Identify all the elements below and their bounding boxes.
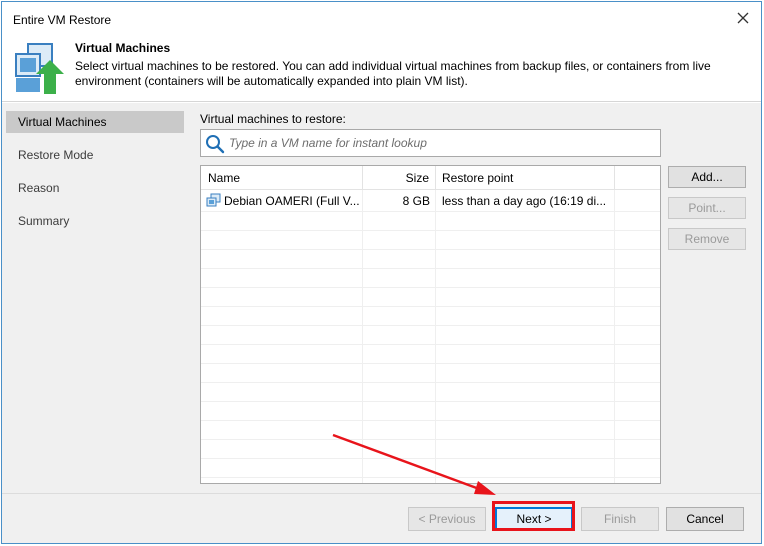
- column-header-size[interactable]: Size: [363, 166, 436, 190]
- vm-search-box[interactable]: [200, 129, 661, 157]
- column-header-name[interactable]: Name: [201, 166, 363, 190]
- vm-list-grid[interactable]: Name Size Restore point Debian OAMERI (F…: [200, 165, 661, 484]
- search-icon: [206, 135, 225, 154]
- finish-button[interactable]: Finish: [581, 507, 659, 531]
- empty-row: [201, 269, 660, 288]
- sidebar-item-restore-mode[interactable]: Restore Mode: [6, 144, 184, 166]
- step-title: Virtual Machines: [75, 41, 171, 55]
- vms-to-restore-label: Virtual machines to restore:: [200, 112, 346, 126]
- window-title: Entire VM Restore: [13, 13, 112, 27]
- entire-vm-restore-window: Entire VM Restore Virtual Machines Selec…: [1, 1, 762, 544]
- vm-size-cell: 8 GB: [402, 194, 430, 208]
- sidebar-item-virtual-machines[interactable]: Virtual Machines: [6, 111, 184, 133]
- table-row[interactable]: Debian OAMERI (Full V... 8 GB less than …: [201, 190, 660, 212]
- remove-button[interactable]: Remove: [668, 228, 746, 250]
- wizard-footer: < Previous Next > Finish Cancel: [2, 493, 761, 543]
- previous-button[interactable]: < Previous: [408, 507, 486, 531]
- content-panel: Virtual machines to restore: Name Size R…: [188, 103, 761, 493]
- sidebar-item-summary[interactable]: Summary: [6, 210, 184, 232]
- vm-icon: [206, 193, 221, 207]
- grid-header: Name Size Restore point: [201, 166, 660, 190]
- wizard-header: Virtual Machines Select virtual machines…: [2, 32, 761, 102]
- empty-row: [201, 383, 660, 402]
- next-button[interactable]: Next >: [495, 507, 573, 531]
- empty-row: [201, 421, 660, 440]
- empty-row: [201, 307, 660, 326]
- wizard-steps-sidebar: Virtual Machines Restore Mode Reason Sum…: [2, 103, 188, 493]
- title-bar: Entire VM Restore: [2, 2, 761, 32]
- empty-row: [201, 402, 660, 421]
- empty-row: [201, 364, 660, 383]
- vm-restore-icon: [15, 43, 64, 94]
- add-button[interactable]: Add...: [668, 166, 746, 188]
- vm-search-input[interactable]: [229, 133, 654, 153]
- empty-row: [201, 212, 660, 231]
- sidebar-item-reason[interactable]: Reason: [6, 177, 184, 199]
- empty-row: [201, 440, 660, 459]
- empty-row: [201, 459, 660, 478]
- cancel-button[interactable]: Cancel: [666, 507, 744, 531]
- close-icon: [737, 12, 749, 24]
- empty-row: [201, 231, 660, 250]
- empty-row: [201, 250, 660, 269]
- column-header-restore-point[interactable]: Restore point: [436, 166, 615, 190]
- step-description: Select virtual machines to be restored. …: [75, 59, 711, 88]
- empty-row: [201, 288, 660, 307]
- close-button[interactable]: [729, 6, 757, 30]
- empty-row: [201, 345, 660, 364]
- point-button[interactable]: Point...: [668, 197, 746, 219]
- empty-row: [201, 326, 660, 345]
- vm-name-cell: Debian OAMERI (Full V...: [224, 194, 360, 208]
- vm-restore-point-cell: less than a day ago (16:19 di...: [442, 194, 607, 208]
